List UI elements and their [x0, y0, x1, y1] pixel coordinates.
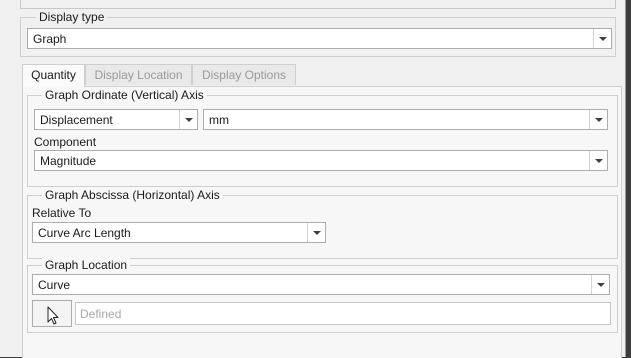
ordinate-quantity-dropdown[interactable]: Displacement — [34, 109, 198, 130]
ordinate-unit-dropdown[interactable]: mm — [203, 109, 608, 130]
ordinate-unit-value: mm — [209, 113, 229, 127]
cursor-arrow-icon — [47, 306, 59, 325]
display-type-value: Graph — [33, 32, 67, 46]
relative-to-value: Curve Arc Length — [38, 226, 131, 240]
previous-group-edge — [20, 0, 616, 9]
component-value: Magnitude — [40, 154, 97, 168]
component-label: Component — [34, 135, 97, 149]
tab-display-location[interactable]: Display Location — [85, 64, 192, 85]
tab-quantity-label: Quantity — [31, 68, 76, 82]
chevron-down-icon[interactable] — [307, 223, 325, 242]
ordinate-title: Graph Ordinate (Vertical) Axis — [42, 88, 207, 102]
relative-to-label: Relative To — [32, 206, 92, 220]
defined-field[interactable]: Defined — [75, 302, 611, 325]
tab-display-location-label: Display Location — [94, 68, 183, 82]
relative-to-dropdown[interactable]: Curve Arc Length — [32, 222, 326, 243]
component-dropdown[interactable]: Magnitude — [34, 150, 608, 171]
select-location-button[interactable] — [32, 300, 72, 327]
location-type-dropdown[interactable]: Curve — [32, 274, 610, 295]
tab-display-options[interactable]: Display Options — [192, 64, 296, 85]
dialog-panel: Display type Graph Quantity Display Loca… — [0, 0, 626, 358]
chevron-down-icon[interactable] — [591, 275, 609, 294]
chevron-down-icon[interactable] — [593, 29, 611, 48]
tab-display-options-label: Display Options — [201, 68, 287, 82]
location-type-value: Curve — [38, 278, 71, 292]
display-type-title: Display type — [36, 10, 108, 24]
chevron-down-icon[interactable] — [179, 110, 197, 129]
tab-quantity[interactable]: Quantity — [22, 64, 85, 87]
location-title: Graph Location — [42, 258, 131, 272]
chevron-down-icon[interactable] — [589, 151, 607, 170]
display-type-dropdown[interactable]: Graph — [27, 28, 612, 49]
chevron-down-icon[interactable] — [589, 110, 607, 129]
abscissa-title: Graph Abscissa (Horizontal) Axis — [42, 188, 223, 202]
quantity-tab-panel: Graph Ordinate (Vertical) Axis Displacem… — [22, 86, 622, 358]
defined-placeholder: Defined — [80, 307, 122, 321]
ordinate-quantity-value: Displacement — [40, 113, 113, 127]
